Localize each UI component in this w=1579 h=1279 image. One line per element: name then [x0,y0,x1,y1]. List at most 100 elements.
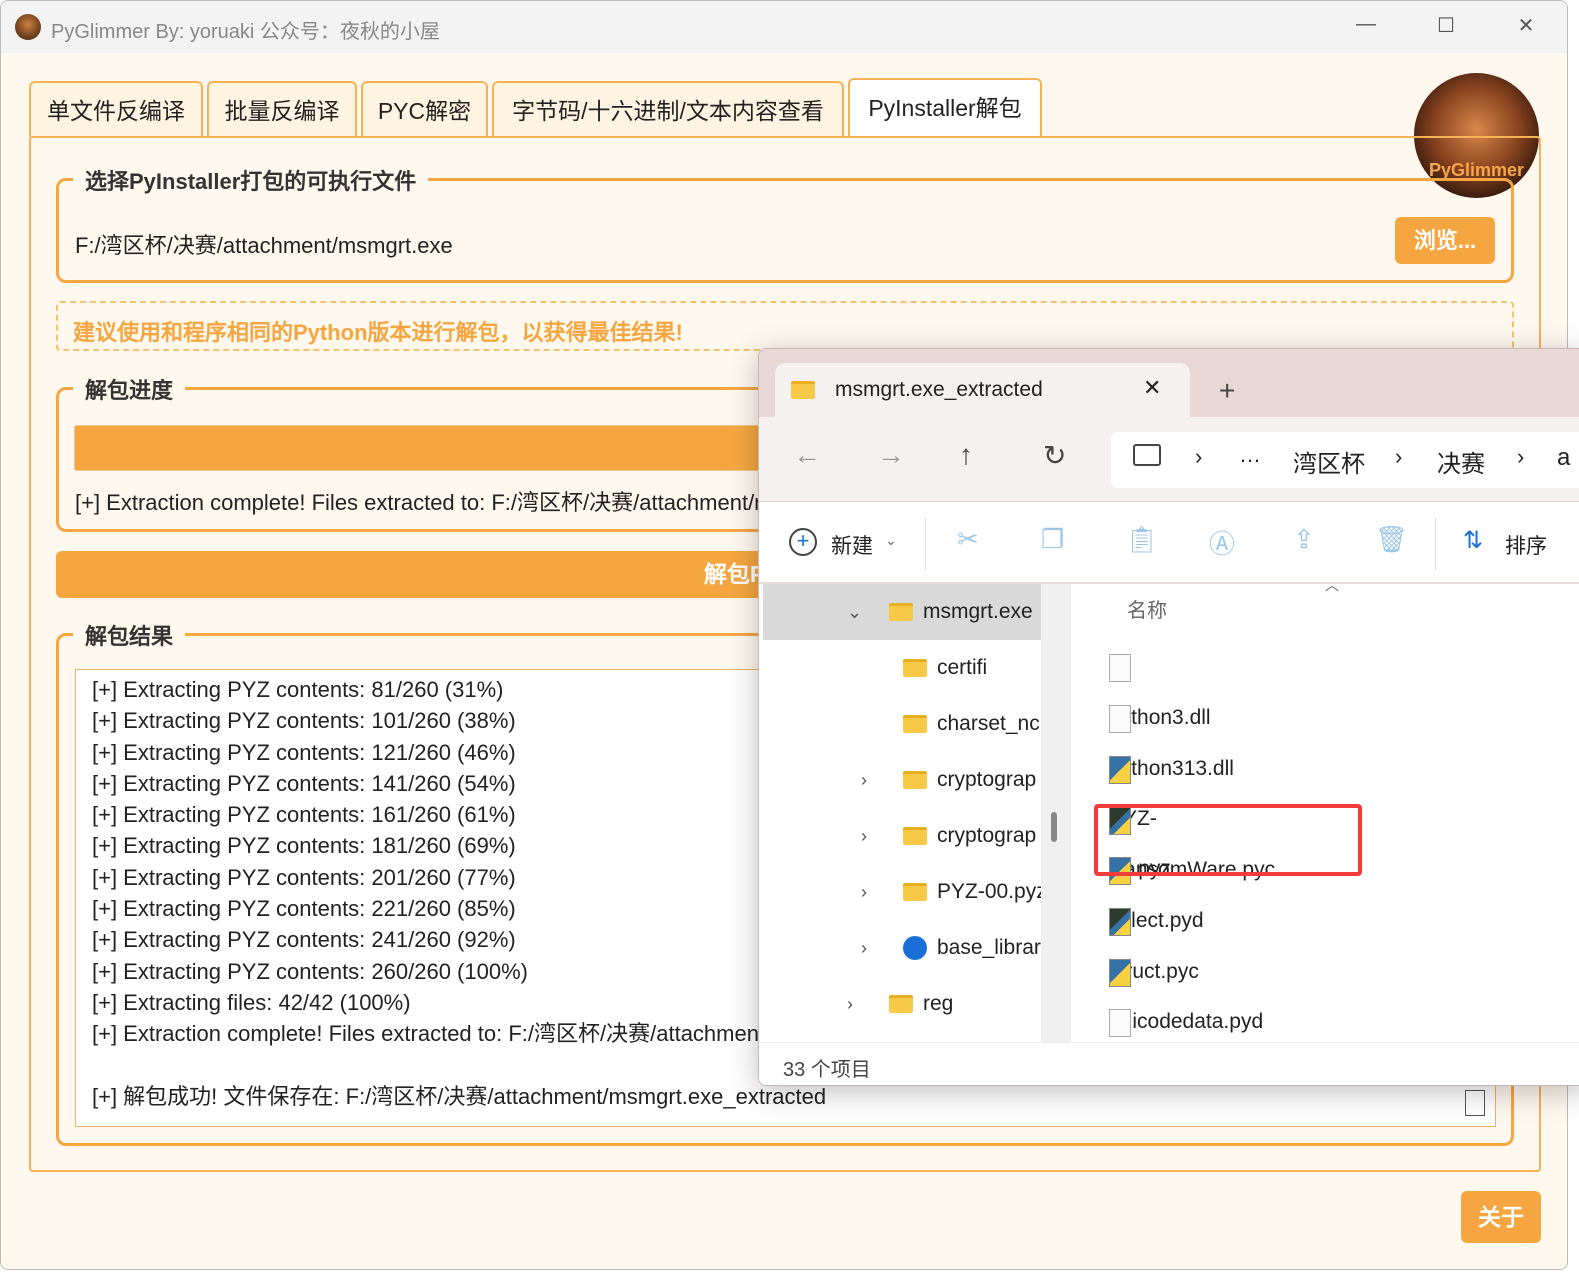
up-icon[interactable]: ↑ [959,439,973,471]
nav-item-label: msmgrt.exe [923,600,1033,623]
minimize-button[interactable]: — [1351,13,1381,36]
nav-item-content: certifi [903,640,987,696]
nav-item-content: cryptograp [903,808,1036,864]
nav-item-label: reg [923,992,954,1015]
tab-bytecode-viewer[interactable]: 字节码/十六进制/文本内容查看 [492,81,844,137]
cut-icon[interactable]: ✂ [957,524,979,555]
file-explorer-window: msmgrt.exe_extracted ✕ + ← → ↑ ↻ › … 湾区杯… [758,348,1579,1086]
python-lib-icon [903,936,927,961]
breadcrumb-item[interactable]: 决赛 [1437,444,1485,479]
explorer-tab-title: msmgrt.exe_extracted [835,378,1043,401]
new-tab-icon[interactable]: + [1219,375,1235,407]
pyd-file-icon [1109,958,1131,987]
pyz-file-icon [1109,755,1131,784]
copy-icon[interactable]: ❐ [1041,524,1064,555]
chevron-right-icon: › [1195,444,1203,469]
divider [1435,518,1436,570]
sort-icon: ⇅ [1463,527,1484,554]
file-path-input[interactable]: F:/湾区杯/决赛/attachment/msmgrt.exe [75,228,453,260]
column-header-name[interactable]: 名称 [1127,594,1167,623]
nav-item-label: charset_nc [937,712,1040,735]
file-row[interactable]: python3.dll [1109,643,1211,729]
file-row[interactable]: struct.pyc [1109,897,1199,983]
nav-item[interactable]: › PYZ-00.pyz [763,864,1047,920]
paste-icon[interactable]: 📋︎ [1125,524,1158,555]
chevron-right-icon[interactable]: › [861,752,867,808]
rename-icon[interactable]: Ⓐ [1209,524,1235,561]
file-row[interactable]: unicodedata.pyd [1109,947,1263,1033]
folder-icon [889,995,913,1014]
breadcrumb-ellipsis[interactable]: … [1239,442,1261,468]
chevron-right-icon[interactable]: › [861,920,867,976]
chevron-right-icon: › [1395,444,1403,469]
item-count: 33 个项目 [783,1059,871,1081]
nav-item-content: base_librar [903,920,1041,976]
status-bar: 33 个项目 [759,1042,1579,1085]
breadcrumb-item[interactable]: a [1557,444,1570,472]
explorer-toolbar: + 新建 ⌄ ✂ ❐ 📋︎ Ⓐ ⇪ 🗑︎ ⇅ 排序 [759,502,1579,584]
file-row[interactable]: python313.dll [1109,694,1234,780]
nav-item[interactable]: charset_nc [763,696,1041,752]
progress-title: 解包进度 [73,373,186,405]
back-icon[interactable]: ← [793,439,821,471]
share-icon[interactable]: ⇪ [1293,524,1315,555]
nav-item-label: cryptograp [937,824,1037,847]
folder-icon [903,827,927,846]
nav-item[interactable]: ⌄ msmgrt.exe [763,584,1041,640]
window-title: PyGlimmer By: yoruaki 公众号：夜秋的小屋 [51,21,440,43]
tab-pyc-decrypt[interactable]: PYC解密 [361,81,488,137]
close-tab-icon[interactable]: ✕ [1143,375,1161,401]
nav-item[interactable]: › cryptograp [763,808,1041,864]
resize-grip[interactable] [1465,1090,1485,1116]
refresh-icon[interactable]: ↻ [1043,439,1066,472]
chevron-down-icon[interactable]: ⌄ [847,584,862,640]
file-row[interactable]: PYZ-00.pyz [1109,744,1171,880]
nav-item-content: msmgrt.exe [889,584,1033,640]
chevron-right-icon[interactable]: › [847,976,853,1032]
nav-scrollbar[interactable] [1041,584,1071,1042]
nav-item[interactable]: certifi [763,640,1041,696]
explorer-tab[interactable]: msmgrt.exe_extracted ✕ [775,363,1190,419]
tab-batch-decompile[interactable]: 批量反编译 [207,81,357,137]
explorer-nav-bar: ← → ↑ ↻ › … 湾区杯 › 决赛 › a [759,417,1579,502]
notice-text: 建议使用和程序相同的Python版本进行解包，以获得最佳结果! [73,320,683,345]
tab-single-decompile[interactable]: 单文件反编译 [29,81,203,137]
nav-item[interactable]: › cryptograp [763,752,1041,808]
folder-icon [791,381,815,399]
nav-item[interactable]: › reg [763,976,1041,1032]
file-select-title: 选择PyInstaller打包的可执行文件 [73,164,429,196]
file-row[interactable]: VCRUNTIME140.dll [1109,998,1296,1084]
sort-ascending-icon: ︿ [1325,577,1339,593]
nav-item-content: cryptograp [903,752,1036,808]
chevron-right-icon[interactable]: › [861,864,867,920]
chevron-right-icon[interactable]: › [861,808,867,864]
folder-icon [903,659,927,678]
scrollbar-thumb[interactable] [1051,812,1057,842]
maximize-button[interactable]: ☐ [1431,13,1461,38]
breadcrumb-item[interactable]: 湾区杯 [1293,444,1365,479]
dll-file-icon [1109,1009,1131,1038]
new-button[interactable]: 新建 [831,530,873,560]
navigation-pane: ⌄ msmgrt.exe certifi charset_nc › cryptograp ›… [763,584,1047,1042]
close-button[interactable]: ✕ [1511,13,1541,38]
about-button[interactable]: 关于 [1461,1191,1541,1243]
nav-item-content: charset_nc [903,696,1040,752]
dll-file-icon [1109,654,1131,683]
tab-pyinstaller-unpack[interactable]: PyInstaller解包 [848,78,1042,138]
nav-item[interactable]: › base_librar [763,920,1041,976]
plus-circle-icon: + [789,528,817,556]
nav-item-content: reg [889,976,953,1032]
divider [925,518,926,570]
browse-button[interactable]: 浏览... [1395,217,1495,264]
folder-icon [903,883,927,902]
sort-button[interactable]: 排序 [1505,530,1547,560]
computer-icon [1133,444,1161,466]
address-bar[interactable]: › … 湾区杯 › 决赛 › a [1111,432,1579,488]
forward-icon[interactable]: → [877,439,905,471]
highlight-box [1094,804,1362,876]
nav-item-label: base_librar [937,936,1041,959]
delete-icon[interactable]: 🗑︎ [1375,524,1408,555]
folder-icon [903,771,927,790]
app-icon [15,14,41,40]
result-title: 解包结果 [73,619,186,651]
